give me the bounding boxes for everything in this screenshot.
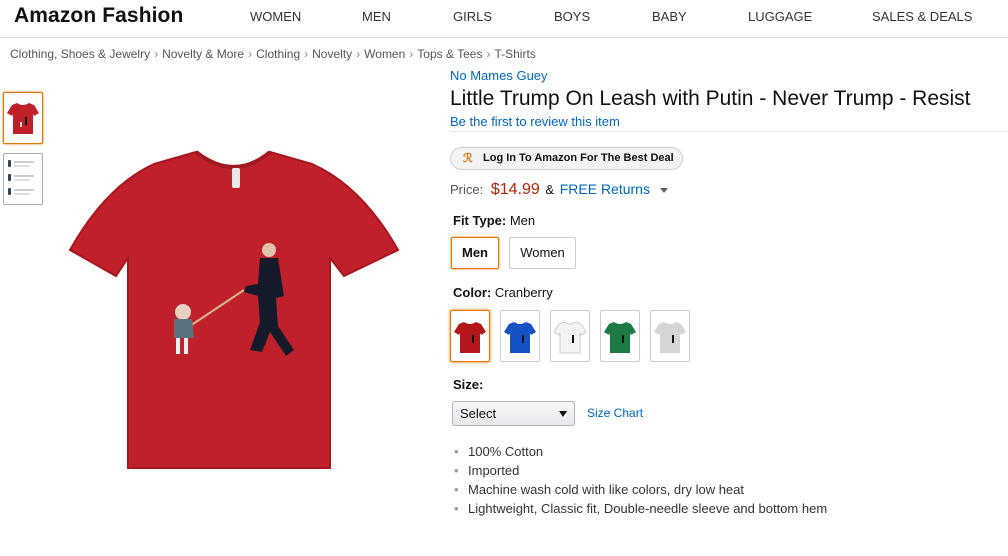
color-swatch-royal-blue[interactable] <box>500 310 540 362</box>
color-swatch-kelly-green[interactable] <box>600 310 640 362</box>
price-value: $14.99 <box>490 181 540 198</box>
nav-boys[interactable]: BOYS <box>554 9 590 24</box>
color-swatch-white[interactable] <box>550 310 590 362</box>
feature-bullet: Lightweight, Classic fit, Double-needle … <box>454 501 827 520</box>
breadcrumb-item[interactable]: Novelty <box>312 47 352 61</box>
price-row: Price: $14.99 & FREE Returns <box>450 181 668 199</box>
feature-bullet: 100% Cotton <box>454 444 827 463</box>
price-amp: & <box>545 182 555 197</box>
deal-tag-icon: ℛ <box>463 151 473 165</box>
free-returns-link[interactable]: FREE Returns <box>560 181 650 197</box>
amazon-fashion-logo[interactable]: Amazon Fashion <box>14 4 183 28</box>
color-heading: Color: <box>453 285 492 300</box>
breadcrumb: Clothing, Shoes & Jewelry › Novelty & More… <box>10 47 536 61</box>
nav-women[interactable]: WOMEN <box>250 9 301 24</box>
breadcrumb-item[interactable]: Clothing <box>256 47 300 61</box>
price-label: Price: <box>450 182 484 197</box>
fit-type-label: Fit Type: Men <box>453 213 535 228</box>
size-heading: Size: <box>453 377 484 392</box>
product-title: Little Trump On Leash with Putin - Never… <box>450 87 971 110</box>
size-select-value: Select <box>460 406 497 421</box>
login-deal-button[interactable]: ℛ Log In To Amazon For The Best Deal <box>450 147 683 170</box>
fit-type-value: Men <box>509 213 536 228</box>
breadcrumb-item[interactable]: Tops & Tees <box>417 47 482 61</box>
breadcrumb-separator: › <box>409 47 414 61</box>
nav-luggage[interactable]: LUGGAGE <box>748 9 812 24</box>
color-swatch-silver[interactable] <box>650 310 690 362</box>
nav-baby[interactable]: BABY <box>652 9 687 24</box>
tshirt-image <box>68 150 400 469</box>
size-chart-thumbnail-icon <box>8 160 34 195</box>
chevron-down-icon[interactable] <box>659 188 668 194</box>
feature-bullet: Machine wash cold with like colors, dry … <box>454 482 827 501</box>
thumbnail-size-chart[interactable] <box>3 153 43 205</box>
nav-girls[interactable]: GIRLS <box>453 9 492 24</box>
color-value: Cranberry <box>494 285 553 300</box>
breadcrumb-separator: › <box>356 47 361 61</box>
color-swatch-cranberry[interactable] <box>450 310 490 362</box>
tshirt-swatch-icon <box>654 322 686 353</box>
fit-men-button[interactable]: Men <box>451 237 499 269</box>
feature-bullet: Imported <box>454 463 827 482</box>
breadcrumb-item[interactable]: T-Shirts <box>494 47 535 61</box>
breadcrumb-separator: › <box>304 47 309 61</box>
brand-link[interactable]: No Mames Guey <box>450 68 548 83</box>
tshirt-swatch-icon <box>604 322 636 353</box>
color-label: Color: Cranberry <box>453 285 553 300</box>
tshirt-swatch-icon <box>504 322 536 353</box>
top-navigation-bar: Amazon Fashion WOMEN MEN GIRLS BOYS BABY… <box>0 0 1008 38</box>
review-link[interactable]: Be the first to review this item <box>450 114 620 129</box>
size-chart-link[interactable]: Size Chart <box>587 406 643 420</box>
fit-type-heading: Fit Type: <box>453 213 507 228</box>
breadcrumb-item[interactable]: Women <box>364 47 405 61</box>
thumbnail-shirt-front[interactable] <box>3 92 43 144</box>
feature-bullets: 100% Cotton Imported Machine wash cold w… <box>454 444 827 520</box>
nav-sales-deals[interactable]: SALES & DEALS <box>872 9 972 24</box>
dropdown-arrow-icon <box>559 411 567 417</box>
size-select[interactable]: Select <box>452 401 575 426</box>
breadcrumb-separator: › <box>154 47 159 61</box>
fit-women-button[interactable]: Women <box>509 237 576 269</box>
deal-label: Log In To Amazon For The Best Deal <box>483 152 674 164</box>
size-label: Size: <box>453 377 483 392</box>
nav-men[interactable]: MEN <box>362 9 391 24</box>
breadcrumb-item[interactable]: Novelty & More <box>162 47 244 61</box>
breadcrumb-separator: › <box>486 47 491 61</box>
tshirt-thumbnail-icon <box>7 103 39 134</box>
product-main-image[interactable] <box>66 146 402 472</box>
breadcrumb-separator: › <box>248 47 253 61</box>
divider <box>450 131 1008 132</box>
tshirt-swatch-icon <box>454 322 486 353</box>
tshirt-swatch-icon <box>553 321 587 354</box>
breadcrumb-item[interactable]: Clothing, Shoes & Jewelry <box>10 47 150 61</box>
